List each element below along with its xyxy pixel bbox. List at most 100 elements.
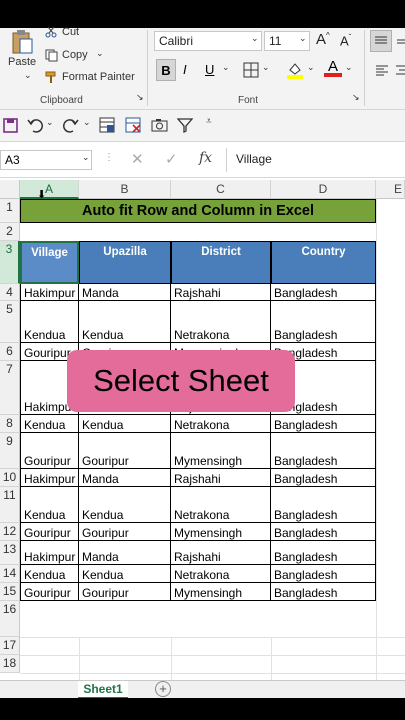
copy-dropdown-icon[interactable]: ⌄ [96,48,104,59]
name-box[interactable]: A3 [0,150,92,170]
column-header-b[interactable]: B [79,180,171,199]
font-color-button[interactable]: A [324,58,342,80]
copy-label[interactable]: Copy [62,49,88,61]
align-top-icon[interactable] [370,30,392,52]
font-name-dropdown-icon[interactable]: ⌄ [251,33,259,44]
font-color-dropdown-icon[interactable]: ⌄ [345,62,353,73]
data-cell-upazilla[interactable]: Gouripur [79,433,171,469]
cut-icon[interactable] [44,25,58,39]
fill-color-dropdown-icon[interactable]: ⌄ [307,62,315,73]
align-left-icon[interactable] [372,60,392,80]
row-header-17[interactable]: 17 [0,637,20,655]
name-box-dropdown-icon[interactable]: ⌄ [82,152,90,163]
formula-bar-grip-icon[interactable]: ⋮ [104,152,114,163]
insert-function-icon[interactable]: fx [199,150,212,166]
camera-icon[interactable] [150,116,168,134]
sort-icon[interactable] [98,116,116,134]
header-cell-upazilla[interactable]: Upazilla [79,241,171,284]
column-header-c[interactable]: C [171,180,271,199]
clear-format-icon[interactable] [124,116,142,134]
header-cell-district[interactable]: District [171,241,271,284]
data-cell-district[interactable]: Mymensingh [171,433,271,469]
data-cell-village[interactable]: Kendua [20,487,79,523]
column-header-d[interactable]: D [271,180,376,199]
font-name-select[interactable]: Calibri [154,31,262,51]
indent-icon[interactable] [395,60,405,80]
paste-icon[interactable] [8,28,36,56]
data-cell-district[interactable]: Netrakona [171,565,271,583]
cancel-entry-icon[interactable]: ✕ [131,150,144,168]
data-cell-upazilla[interactable]: Kendua [79,415,171,433]
filter-icon[interactable] [176,116,194,134]
row-header-7[interactable]: 7 [0,361,20,415]
align-middle-icon[interactable] [395,30,405,52]
data-cell-village[interactable]: Kendua [20,301,79,343]
redo-dropdown-icon[interactable]: ⌄ [83,117,91,128]
data-cell-country[interactable]: Bangladesh [271,523,376,541]
customize-toolbar-icon[interactable]: ⩡ [206,116,212,127]
row-header-18[interactable]: 18 [0,655,20,673]
data-cell-village[interactable]: Hakimpur [20,469,79,487]
data-cell-upazilla[interactable]: Manda [79,284,171,301]
data-cell-village[interactable]: Kendua [20,565,79,583]
clipboard-launcher-icon[interactable]: ↘ [136,92,144,103]
undo-icon[interactable] [26,115,44,135]
borders-icon[interactable] [242,61,260,79]
data-cell-country[interactable]: Bangladesh [271,433,376,469]
grow-font-button[interactable]: A^ [316,31,330,48]
data-cell-upazilla[interactable]: Kendua [79,301,171,343]
data-cell-district[interactable]: Netrakona [171,415,271,433]
data-cell-district[interactable]: Rajshahi [171,541,271,565]
sheet-tab[interactable]: Sheet1 [78,681,128,699]
format-painter-icon[interactable] [44,70,58,84]
data-cell-upazilla[interactable]: Gouripur [79,523,171,541]
redo-icon[interactable] [62,115,80,135]
data-cell-upazilla[interactable]: Manda [79,541,171,565]
undo-dropdown-icon[interactable]: ⌄ [46,117,54,128]
data-cell-village[interactable]: Hakimpur [20,284,79,301]
header-cell-village[interactable]: Village [20,241,79,284]
data-cell-country[interactable]: Bangladesh [271,415,376,433]
font-size-dropdown-icon[interactable]: ⌄ [299,33,307,44]
shrink-font-button[interactable]: Aˇ [340,33,351,48]
row-header-13[interactable]: 13 [0,541,20,565]
data-cell-country[interactable]: Bangladesh [271,469,376,487]
header-cell-country[interactable]: Country [271,241,376,284]
column-header-e[interactable]: E [376,180,405,199]
fill-color-icon[interactable] [285,60,305,80]
cut-label[interactable]: Cut [62,26,79,38]
data-cell-district[interactable]: Rajshahi [171,284,271,301]
data-cell-country[interactable]: Bangladesh [271,284,376,301]
data-cell-village[interactable]: Hakimpur [20,541,79,565]
underline-dropdown-icon[interactable]: ⌄ [222,62,230,73]
row-header-16[interactable]: 16 [0,601,20,637]
data-cell-country[interactable]: Bangladesh [271,565,376,583]
data-cell-village[interactable]: Gouripur [20,523,79,541]
data-cell-upazilla[interactable]: Gouripur [79,583,171,601]
data-cell-upazilla[interactable]: Manda [79,469,171,487]
data-cell-village[interactable]: Gouripur [20,583,79,601]
format-painter-label[interactable]: Format Painter [62,71,135,83]
data-cell-village[interactable]: Kendua [20,415,79,433]
data-cell-district[interactable]: Netrakona [171,301,271,343]
data-cell-district[interactable]: Rajshahi [171,469,271,487]
column-header-a[interactable]: A [20,180,79,199]
row-header-14[interactable]: 14 [0,565,20,583]
italic-button[interactable]: I [183,62,187,77]
font-launcher-icon[interactable]: ↘ [352,92,360,103]
row-header-9[interactable]: 9 [0,433,20,469]
data-cell-district[interactable]: Netrakona [171,487,271,523]
data-cell-village[interactable]: Gouripur [20,433,79,469]
bold-button[interactable]: B [156,59,176,81]
confirm-entry-icon[interactable]: ✓ [165,150,178,168]
formula-input[interactable]: Village [236,152,272,166]
paste-label[interactable]: Paste [8,56,36,68]
data-cell-country[interactable]: Bangladesh [271,583,376,601]
data-cell-upazilla[interactable]: Kendua [79,487,171,523]
title-cell[interactable]: Auto fit Row and Column in Excel [20,199,376,223]
row-header-11[interactable]: 11 [0,487,20,523]
data-cell-country[interactable]: Bangladesh [271,301,376,343]
data-cell-country[interactable]: Bangladesh [271,487,376,523]
save-icon[interactable] [2,116,18,134]
data-cell-country[interactable]: Bangladesh [271,541,376,565]
